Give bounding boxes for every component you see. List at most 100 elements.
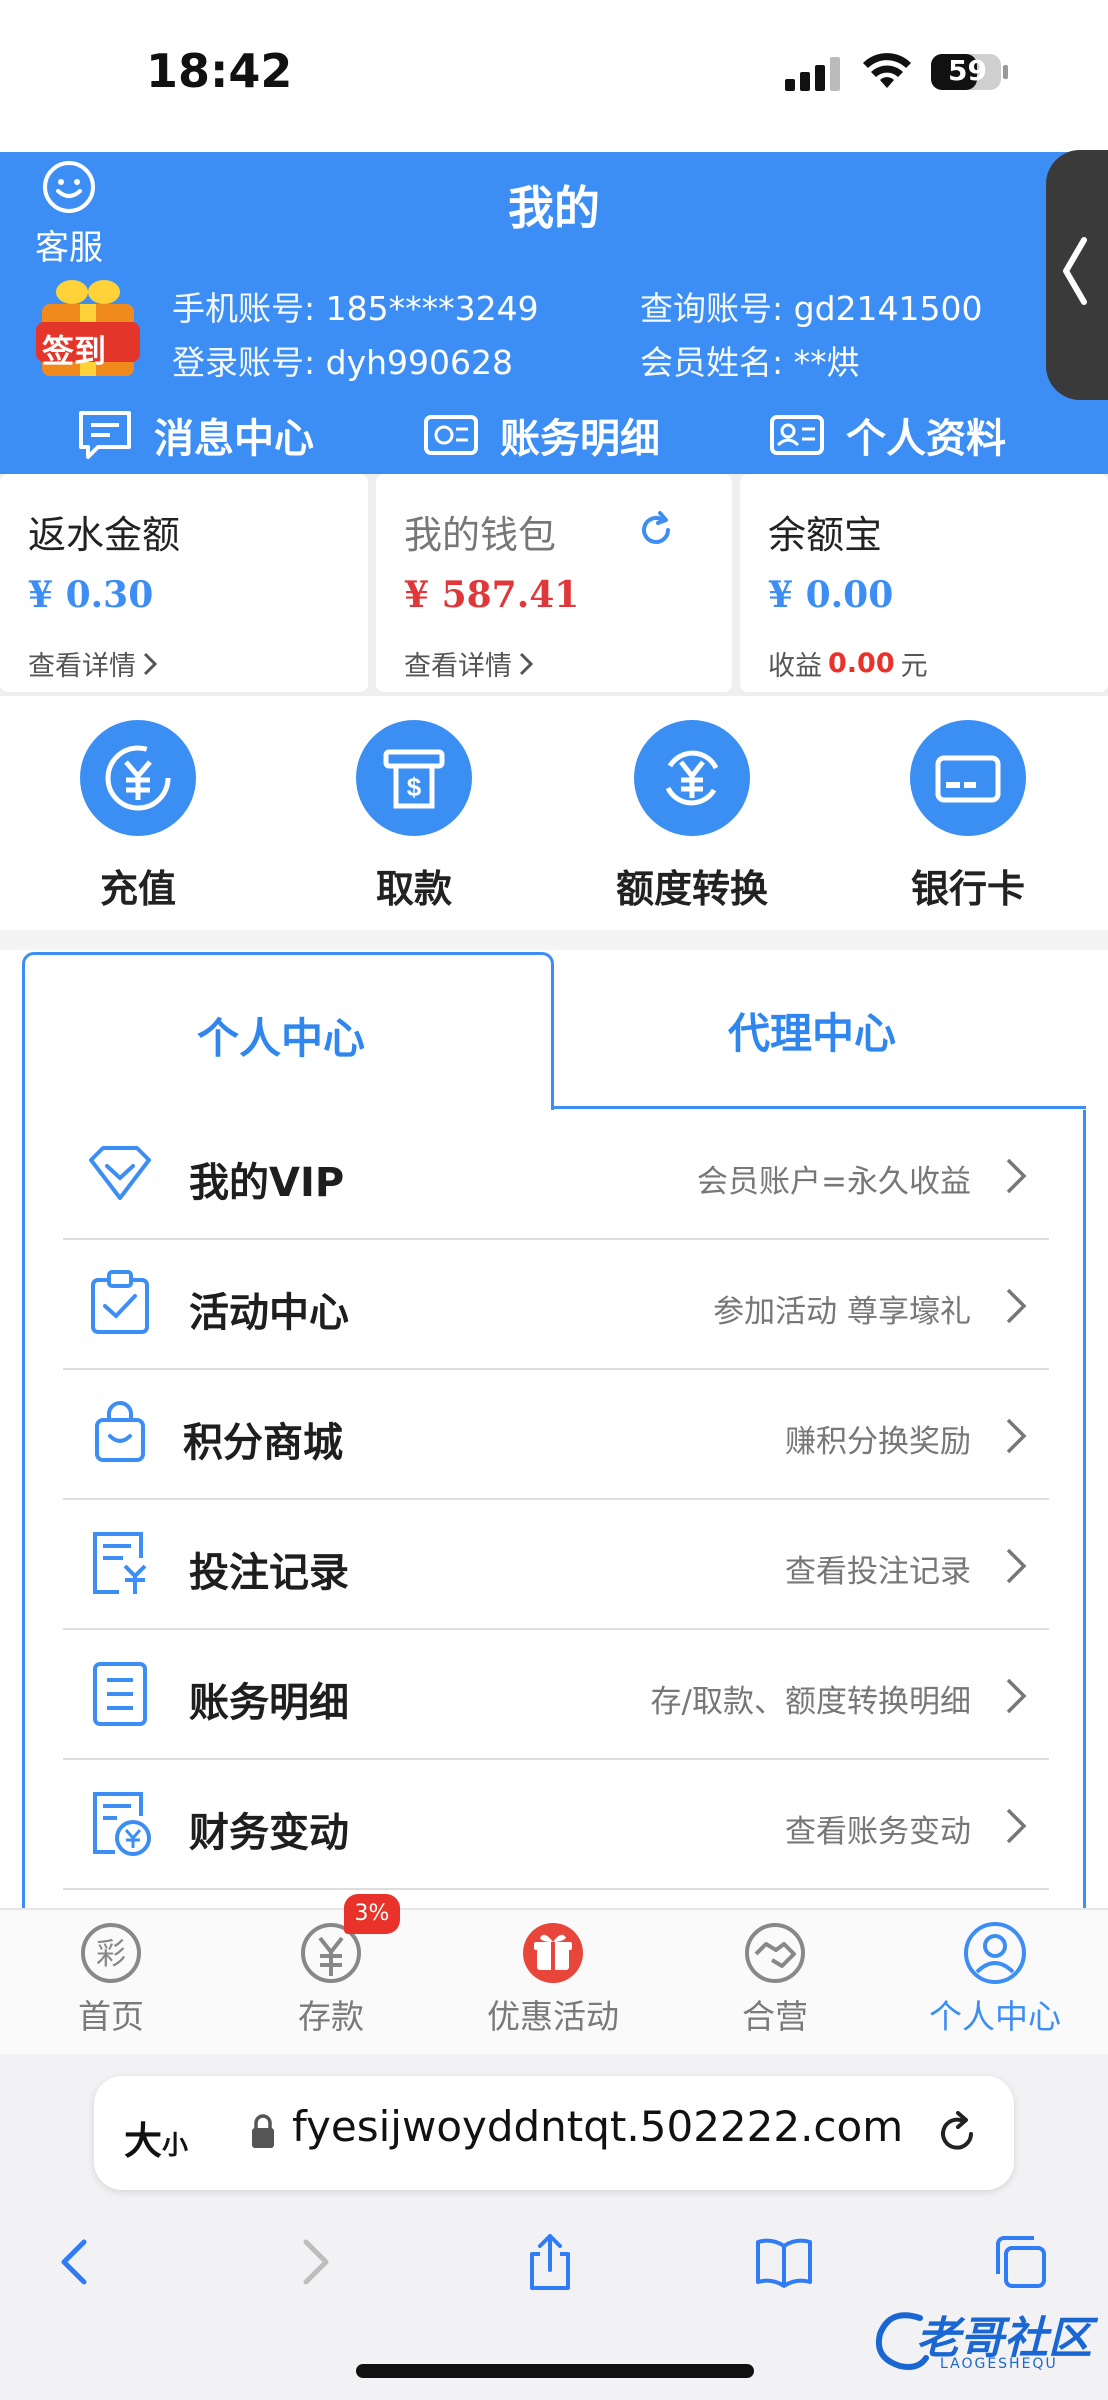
menu-item-bet-records-desc: 查看投注记录 <box>785 1554 971 1590</box>
chevron-right-icon <box>1006 1288 1027 1324</box>
chevron-right-icon <box>1006 1158 1027 1194</box>
signin-button[interactable]: 签到 <box>28 270 148 380</box>
chevron-right-icon <box>1006 1678 1027 1714</box>
bet-record-icon <box>93 1532 147 1594</box>
cellular-signal-icon <box>785 57 840 91</box>
clipboard-check-icon <box>91 1270 149 1334</box>
wallet-details-link[interactable]: 查看详情 <box>404 644 534 683</box>
tabbar-personal-center[interactable]: 个人中心 <box>920 1920 1070 2038</box>
withdraw-button[interactable]: $ 取款 <box>324 720 504 913</box>
recharge-button[interactable]: 充值 <box>48 720 228 913</box>
login-account: 登录账号: dyh990628 <box>172 336 513 384</box>
chevron-right-icon <box>1006 1548 1027 1584</box>
recharge-label: 充值 <box>99 867 176 911</box>
share-icon[interactable] <box>518 2230 582 2294</box>
menu-item-vip-name: 我的VIP <box>189 1160 345 1206</box>
tabbar-partnership[interactable]: 合营 <box>700 1920 850 2038</box>
yuebao-earn-unit: 元 <box>900 651 928 682</box>
menu-item-activity-desc: 参加活动 尊享壕礼 <box>713 1294 971 1330</box>
chevron-right-icon <box>143 652 158 675</box>
yuebao-earn-label: 收益 <box>768 651 822 682</box>
bank-card-button[interactable]: 银行卡 <box>878 720 1058 913</box>
yuebao-earn-value: 0.00 <box>828 648 895 679</box>
url-text: fyesijwoyddntqt.502222.com <box>292 2102 904 2151</box>
tabs-icon[interactable] <box>988 2230 1052 2294</box>
menu-item-activity[interactable]: 活动中心 参加活动 尊享壕礼 <box>63 1240 1049 1370</box>
address-bar[interactable]: 大小 fyesijwoyddntqt.502222.com <box>94 2076 1014 2190</box>
rebate-details-link[interactable]: 查看详情 <box>28 644 158 683</box>
chevron-right-icon <box>1006 1418 1027 1454</box>
tabbar-deposit[interactable]: 存款 <box>256 1920 406 2038</box>
transfer-icon <box>634 720 750 836</box>
wallet-details-label: 查看详情 <box>404 651 512 682</box>
tabbar-promotions[interactable]: 优惠活动 <box>478 1920 628 2038</box>
watermark-subtext: LAOGESHEQU <box>940 2356 1058 2372</box>
account-details-button[interactable]: 账务明细 <box>422 400 660 470</box>
chevron-right-icon <box>1006 1808 1027 1844</box>
forward-icon[interactable] <box>282 2230 346 2294</box>
message-center-label: 消息中心 <box>154 416 314 462</box>
tab-underline <box>552 1106 1086 1109</box>
tab-agent-center[interactable]: 代理中心 <box>556 950 1086 1106</box>
tabbar-home[interactable]: 彩 首页 <box>36 1920 186 2038</box>
member-name: 会员姓名: **烘 <box>640 336 860 384</box>
back-icon[interactable] <box>44 2230 108 2294</box>
vip-diamond-icon <box>89 1146 151 1200</box>
menu-item-bet-records-name: 投注记录 <box>189 1550 349 1596</box>
transfer-button[interactable]: 额度转换 <box>602 720 782 913</box>
signin-badge-label: 签到 <box>42 332 107 370</box>
header-nav: 消息中心 账务明细 个人资料 <box>0 400 1108 470</box>
personal-info-label: 个人资料 <box>846 416 1006 462</box>
finance-change-icon <box>93 1792 151 1856</box>
member-label: 会员姓名: <box>640 343 784 382</box>
reload-icon[interactable] <box>934 2108 980 2158</box>
lottery-home-icon: 彩 <box>81 1923 141 1983</box>
tab-personal-center[interactable]: 个人中心 <box>22 952 554 1110</box>
profile-header: 客服 我的 签到 手机账号: 185****3249 查询账号: gd21415… <box>0 152 1108 474</box>
refresh-icon[interactable] <box>636 510 676 550</box>
menu-item-account-details[interactable]: 账务明细 存/取款、额度转换明细 <box>63 1630 1049 1760</box>
handshake-icon <box>745 1923 805 1983</box>
bookmarks-icon[interactable] <box>752 2230 816 2294</box>
status-time: 18:42 <box>146 44 293 98</box>
message-icon <box>79 411 131 459</box>
menu-item-points-mall-name: 积分商城 <box>183 1420 343 1466</box>
svg-text:$: $ <box>407 772 422 802</box>
text-size-large: 大 <box>124 2119 163 2163</box>
menu-item-finance-changes-desc: 查看账务变动 <box>785 1814 971 1850</box>
watermark-logo: 老哥社区 LAOGESHEQU <box>870 2300 1100 2380</box>
bottom-tab-bar: 彩 首页 存款 3% 优惠活动 合营 个人中心 <box>0 1894 1108 2054</box>
tabbar-personal-center-label: 个人中心 <box>929 1997 1061 2036</box>
menu-item-account-details-name: 账务明细 <box>189 1680 349 1726</box>
personal-info-button[interactable]: 个人资料 <box>768 400 1006 470</box>
lock-icon <box>252 2114 274 2148</box>
menu-item-vip-desc: 会员账户=永久收益 <box>697 1164 971 1200</box>
rebate-card[interactable]: 返水金额 ¥ 0.30 查看详情 <box>0 474 368 692</box>
yuebao-earnings: 收益 0.00 元 <box>768 644 928 683</box>
gift-icon <box>523 1923 583 1983</box>
menu-item-bet-records[interactable]: 投注记录 查看投注记录 <box>63 1500 1049 1630</box>
menu-item-activity-name: 活动中心 <box>189 1290 349 1336</box>
user-icon <box>964 1922 1026 1984</box>
wallet-title: 我的钱包 <box>404 513 557 557</box>
phone-value: 185****3249 <box>325 289 539 328</box>
side-drawer-handle[interactable] <box>1046 150 1108 400</box>
page: 18:42 59 客服 我的 签到 手机账号: 185****3249 查询账号… <box>0 0 1108 2400</box>
section-divider <box>0 930 1108 950</box>
wallet-card[interactable]: 我的钱包 ¥ 587.41 查看详情 <box>376 474 732 692</box>
deposit-rate-badge: 3% <box>344 1894 400 1934</box>
recharge-icon <box>80 720 196 836</box>
menu-item-finance-changes[interactable]: 财务变动 查看账务变动 <box>63 1760 1049 1890</box>
query-label: 查询账号: <box>640 289 784 328</box>
menu-item-vip[interactable]: 我的VIP 会员账户=永久收益 <box>63 1110 1049 1240</box>
menu-item-points-mall[interactable]: 积分商城 赚积分换奖励 <box>63 1370 1049 1500</box>
tabbar-partnership-label: 合营 <box>742 1997 808 2036</box>
text-size-small: 小 <box>162 2131 189 2161</box>
id-card-icon <box>770 415 824 455</box>
message-center-button[interactable]: 消息中心 <box>76 400 314 470</box>
yuebao-card[interactable]: 余额宝 ¥ 0.00 收益 0.00 元 <box>740 474 1108 692</box>
tab-personal-center-label: 个人中心 <box>197 1014 366 1063</box>
account-details-label: 账务明细 <box>500 416 660 462</box>
battery-level: 59 <box>948 54 987 87</box>
text-size-button[interactable]: 大小 <box>124 2110 188 2165</box>
